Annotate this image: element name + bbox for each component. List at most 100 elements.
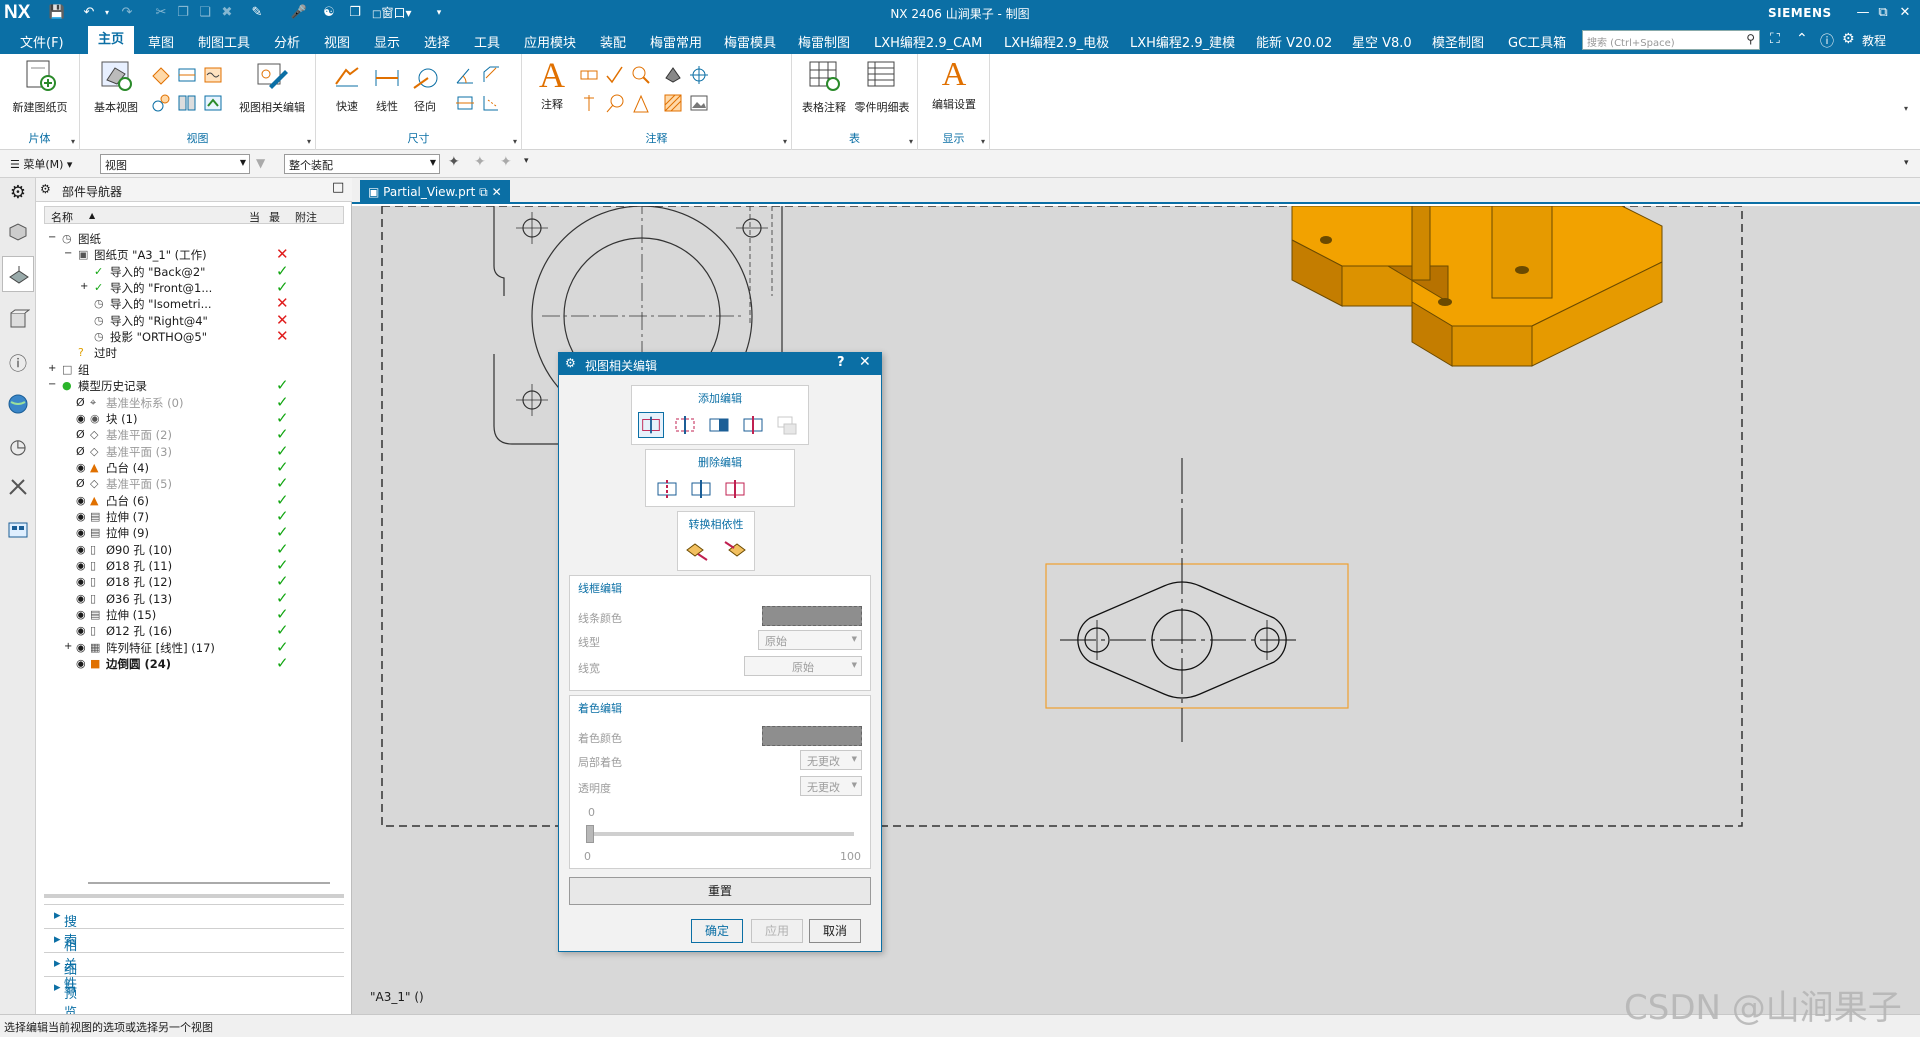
visibility-eye-icon[interactable]: ◉: [76, 624, 88, 637]
help-icon[interactable]: ⓘ: [1820, 31, 1834, 51]
radial-dimension-icon[interactable]: [410, 64, 440, 90]
id-symbol-icon[interactable]: [604, 92, 626, 114]
main-menu-button[interactable]: ☰ 菜单(M) ▾: [10, 156, 72, 172]
reuse-library-icon[interactable]: [6, 308, 30, 332]
tree-row[interactable]: ◉ ■ 边倒圆 (24) ✓: [44, 653, 344, 673]
center-mark-icon[interactable]: [688, 64, 710, 86]
visibility-eye-icon[interactable]: ◉: [76, 510, 88, 523]
system-materials-icon[interactable]: [6, 518, 30, 542]
view-dependent-edit-button[interactable]: 视图相关编辑: [232, 58, 312, 115]
menu-applications[interactable]: 应用模块: [524, 32, 576, 51]
snap-off-icon[interactable]: ✦: [474, 154, 486, 170]
expand-toggle-icon[interactable]: +: [48, 363, 60, 375]
visibility-eye-icon[interactable]: ◉: [76, 657, 88, 670]
apply-button[interactable]: 应用: [751, 919, 803, 943]
model-to-view-icon[interactable]: [684, 538, 710, 564]
visibility-eye-icon[interactable]: ◉: [76, 592, 88, 605]
menu-lxh-cam[interactable]: LXH编程2.9_CAM: [874, 32, 982, 51]
detail-view-icon[interactable]: [150, 92, 172, 114]
menu-home[interactable]: 主页: [88, 26, 135, 54]
menu-mosheng[interactable]: 模圣制图: [1432, 32, 1484, 51]
view-break-icon[interactable]: [176, 92, 198, 114]
radial-dimension-button[interactable]: 径向: [408, 98, 442, 114]
selection-scope-select[interactable]: 整个装配 ▼: [284, 154, 440, 174]
navigator-settings-icon[interactable]: ⚙: [40, 182, 51, 196]
tab-detach-icon[interactable]: ⧉: [479, 185, 488, 199]
transparency-slider-handle[interactable]: [586, 825, 594, 843]
fullscreen-icon[interactable]: ⛶: [1770, 31, 1780, 47]
sort-asc-icon[interactable]: ▲: [89, 211, 95, 220]
image-icon[interactable]: [688, 92, 710, 114]
new-sheet-button[interactable]: 新建图纸页: [8, 58, 72, 115]
snap-dropdown-icon[interactable]: ▾: [524, 156, 529, 166]
expand-toggle-icon[interactable]: +: [64, 641, 76, 653]
edit-complete-object-icon[interactable]: [672, 412, 698, 438]
datum-target-icon[interactable]: [630, 64, 652, 86]
visibility-eye-icon[interactable]: Ø: [76, 477, 88, 490]
edit-hidden-object-icon[interactable]: [706, 412, 732, 438]
visibility-eye-icon[interactable]: ◉: [76, 543, 88, 556]
menu-xingkong[interactable]: 星空 V8.0: [1352, 32, 1412, 51]
menu-lxh-modeling[interactable]: LXH编程2.9_建模: [1130, 32, 1235, 51]
isometric-view[interactable]: [1291, 206, 1663, 367]
projected-view-icon[interactable]: [150, 64, 172, 86]
ok-button[interactable]: 确定: [691, 919, 743, 943]
ordinate-dimension-icon[interactable]: [480, 92, 502, 114]
ribbon-group-view-dropdown-icon[interactable]: ▾: [307, 137, 311, 146]
column-name[interactable]: 名称: [51, 209, 73, 225]
visibility-eye-icon[interactable]: Ø: [76, 396, 88, 409]
visibility-eye-icon[interactable]: ◉: [76, 608, 88, 621]
visibility-eye-icon[interactable]: ◉: [76, 461, 88, 474]
menu-meilei-mold[interactable]: 梅雷模具: [724, 32, 776, 51]
visibility-eye-icon[interactable]: Ø: [76, 428, 88, 441]
expand-toggle-icon[interactable]: −: [48, 379, 60, 391]
ribbon-group-table-dropdown-icon[interactable]: ▾: [909, 137, 913, 146]
section-view-icon[interactable]: [176, 64, 198, 86]
rapid-dimension-icon[interactable]: [332, 64, 362, 90]
surface-finish-icon[interactable]: [604, 64, 626, 86]
break-view-icon[interactable]: [202, 64, 224, 86]
maximize-navigator-icon[interactable]: □: [332, 180, 344, 195]
navigator-section-dependencies[interactable]: ▸ 相关性: [44, 928, 344, 992]
toolbar-options-icon[interactable]: ▾: [1904, 158, 1909, 168]
ribbon-group-annotation-dropdown-icon[interactable]: ▾: [783, 137, 787, 146]
hd3d-icon[interactable]: ⓘ: [6, 350, 30, 375]
navigator-section-preview[interactable]: ▸ 预览: [44, 976, 344, 1021]
linear-dimension-icon[interactable]: [372, 64, 402, 90]
note-button[interactable]: A 注释: [532, 57, 572, 112]
tabular-note-button[interactable]: 表格注释: [798, 58, 850, 115]
local-shading-select[interactable]: 无更改 ▼: [800, 750, 862, 770]
delete-selected-modifications-icon[interactable]: [688, 476, 714, 502]
snap-mid-icon[interactable]: ✦: [500, 154, 512, 170]
visibility-eye-icon[interactable]: ◉: [76, 412, 88, 425]
expand-toggle-icon[interactable]: +: [80, 281, 92, 293]
delete-all-modifications-icon[interactable]: [722, 476, 748, 502]
expand-toggle-icon[interactable]: −: [48, 232, 60, 244]
menu-analysis[interactable]: 分析: [274, 32, 300, 51]
cancel-button[interactable]: 取消: [809, 919, 861, 943]
parts-list-button[interactable]: 零件明细表: [852, 58, 912, 115]
dialog-help-icon[interactable]: ?: [837, 355, 845, 370]
visibility-eye-icon[interactable]: ◉: [76, 494, 88, 507]
erase-objects-icon[interactable]: [638, 412, 664, 438]
gear-icon[interactable]: ⚙: [6, 182, 30, 206]
menu-view[interactable]: 视图: [324, 32, 350, 51]
navigator-section-search[interactable]: ▸ 搜索: [44, 904, 344, 949]
menu-meilei-common[interactable]: 梅雷常用: [650, 32, 702, 51]
navigator-splitter[interactable]: [44, 894, 344, 898]
visibility-eye-icon[interactable]: ◉: [76, 641, 88, 654]
weld-symbol-icon[interactable]: [578, 92, 600, 114]
menu-select[interactable]: 选择: [424, 32, 450, 51]
area-fill-icon[interactable]: [662, 64, 684, 86]
base-view-button[interactable]: 基本视图: [88, 58, 144, 115]
menu-lxh-electrode[interactable]: LXH编程2.9_电极: [1004, 32, 1109, 51]
shade-color-swatch[interactable]: [762, 726, 862, 746]
line-type-select[interactable]: 原始 ▼: [758, 630, 862, 650]
column-current[interactable]: 当: [249, 209, 260, 225]
menu-gc-toolbox[interactable]: GC工具箱: [1508, 32, 1566, 51]
settings-icon[interactable]: ⚙: [1842, 31, 1855, 47]
angular-dimension-icon[interactable]: [454, 64, 476, 86]
menu-nengxin[interactable]: 能新 V20.02: [1256, 32, 1332, 51]
close-icon[interactable]: ✕: [1892, 3, 1918, 23]
column-notes[interactable]: 附注: [295, 209, 317, 225]
